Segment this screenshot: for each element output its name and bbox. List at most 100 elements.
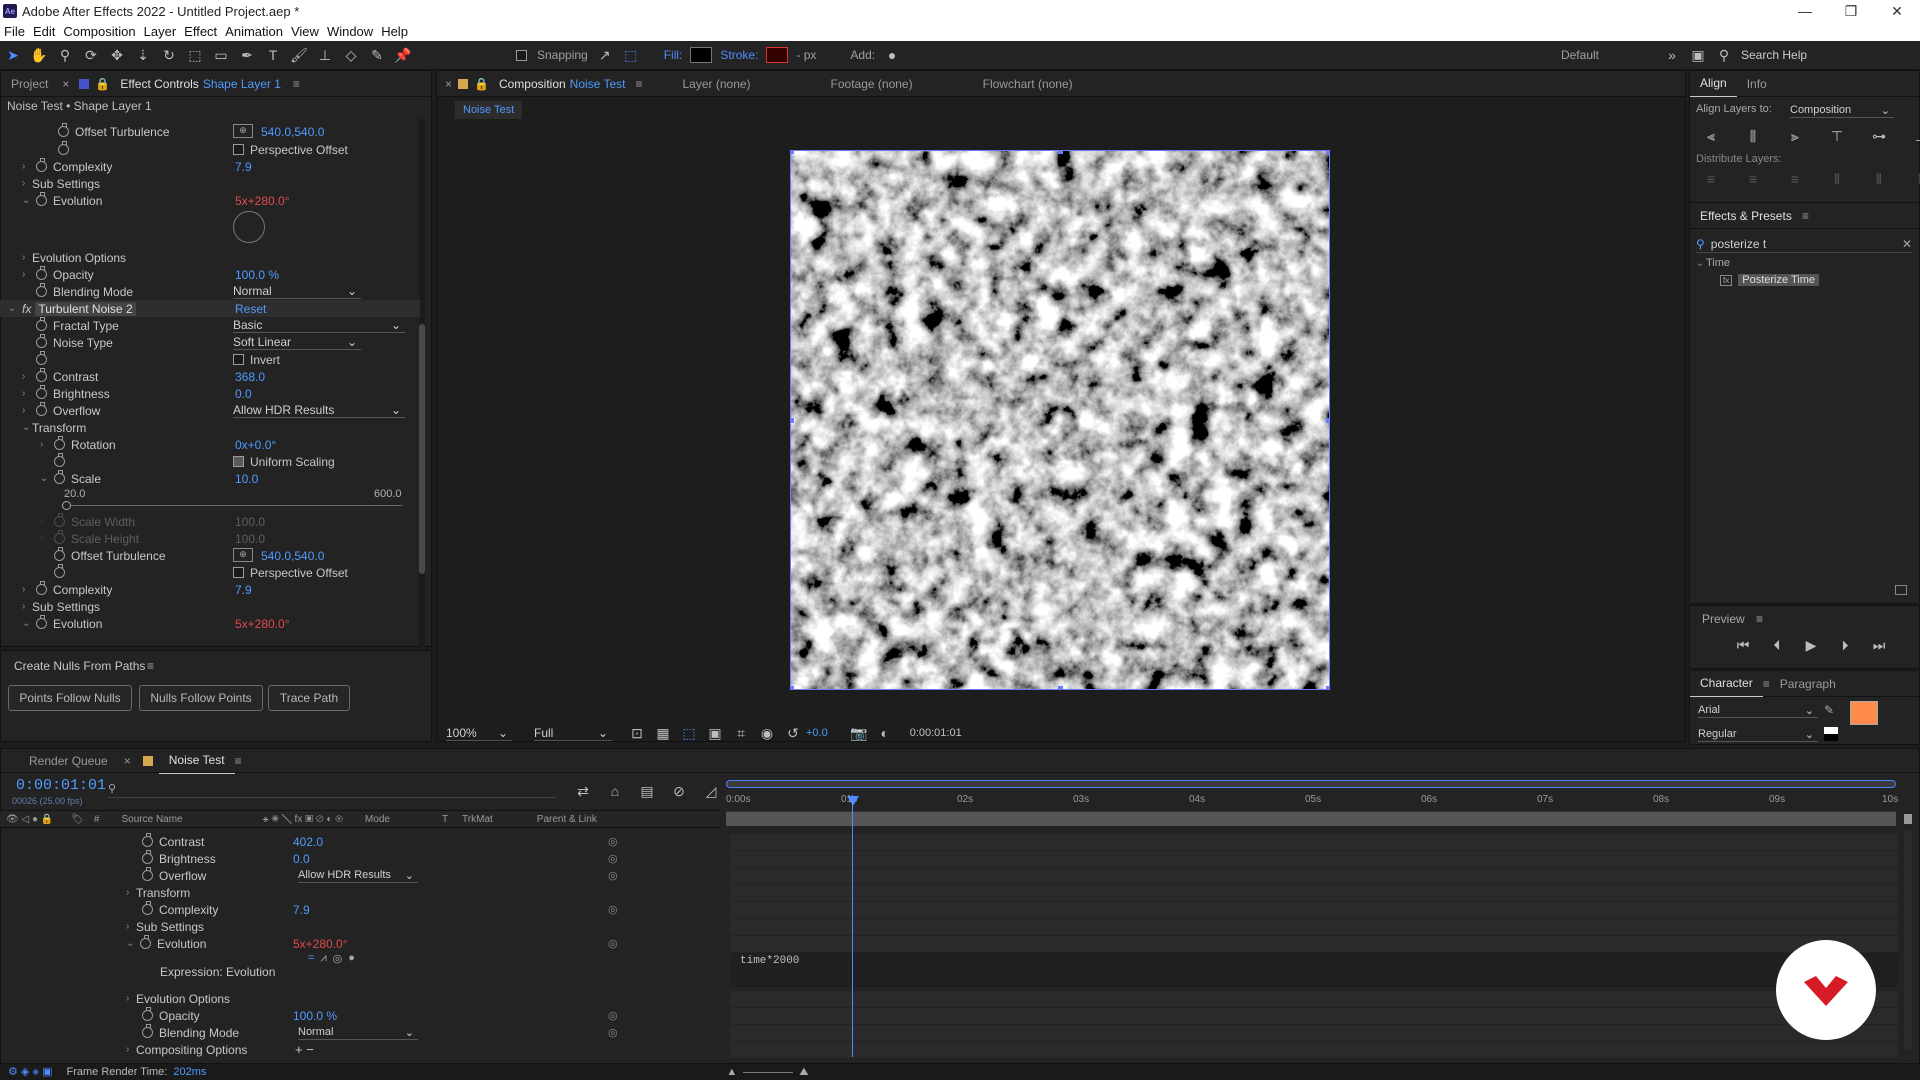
timeline-row[interactable]: › Sub Settings <box>0 918 720 935</box>
playhead-handle[interactable] <box>847 796 859 806</box>
first-frame-icon[interactable]: ⏮ <box>1730 634 1756 656</box>
stroke-swatch[interactable] <box>766 47 789 63</box>
new-folder-icon[interactable] <box>1895 585 1907 595</box>
stopwatch-icon[interactable] <box>140 935 151 949</box>
timeline-row[interactable]: Brightness 0.0 ◎ <box>0 850 720 867</box>
grid-icon[interactable]: ⌗ <box>728 722 754 744</box>
hand-tool-icon[interactable]: ✋ <box>26 44 52 66</box>
prop-value[interactable]: 540.0,540.0 <box>261 125 324 139</box>
stopwatch-icon[interactable] <box>54 547 65 561</box>
rotation-tool-icon[interactable]: ↻ <box>156 44 182 66</box>
row-value[interactable]: 402.0 <box>293 835 323 849</box>
stopwatch-icon[interactable] <box>54 436 65 450</box>
perspective-offset-checkbox[interactable] <box>233 144 244 155</box>
stopwatch-icon[interactable] <box>36 317 47 331</box>
align-top-icon[interactable]: ⊤ <box>1824 125 1850 147</box>
distribute-right-icon[interactable]: ⦀ <box>1908 168 1920 190</box>
pickwhip-icon[interactable]: ◎ <box>608 835 618 848</box>
exposure-value[interactable]: +0.0 <box>806 727 828 739</box>
black-white-icon[interactable] <box>1824 727 1838 741</box>
composition-viewer-noise[interactable] <box>790 150 1330 690</box>
tab-align[interactable]: Align <box>1690 71 1737 97</box>
timeline-row[interactable]: Opacity 100.0 % ◎ <box>0 1007 720 1024</box>
align-h-center-icon[interactable]: ⫼ <box>1740 125 1766 147</box>
fill-color-swatch[interactable] <box>1850 701 1878 725</box>
timeline-timecode[interactable]: 0:00:01:01 <box>16 777 106 794</box>
label-tag-icon[interactable]: 🏷 <box>71 814 84 825</box>
reset-link[interactable]: Reset <box>235 302 266 316</box>
chevron-down-icon[interactable]: ⌄ <box>22 618 32 629</box>
distribute-v-center-icon[interactable]: ≡ <box>1740 168 1766 190</box>
draft-3d-icon[interactable]: ⌂ <box>602 780 628 802</box>
stopwatch-icon[interactable] <box>142 901 153 915</box>
align-v-center-icon[interactable]: ⊶ <box>1866 125 1892 147</box>
column-mode[interactable]: Mode <box>365 814 390 825</box>
workspace-more-icon[interactable]: » <box>1659 44 1685 66</box>
effects-search-field[interactable]: ⚲ posterize t ✕ <box>1696 235 1912 253</box>
pickwhip-icon[interactable]: ◎ <box>608 1009 618 1022</box>
chevron-right-icon[interactable]: › <box>40 439 50 450</box>
prop-value[interactable]: 7.9 <box>235 160 252 174</box>
prop-value[interactable]: 100.0 % <box>235 268 279 282</box>
status-icons[interactable]: ⚙ ◈ ⚹ ▣ <box>8 1065 52 1079</box>
zoom-tool-icon[interactable]: ⚲ <box>52 44 78 66</box>
pickwhip-icon[interactable]: ◎ <box>608 937 618 950</box>
pan-behind-tool-icon[interactable]: ⬚ <box>182 44 208 66</box>
chevron-down-icon[interactable]: ⌄ <box>22 195 32 206</box>
scale-slider-track[interactable] <box>66 505 402 506</box>
av-switches-icon[interactable]: 👁 ◁ ● 🔒 <box>6 814 53 825</box>
align-bottom-icon[interactable]: ⊥ <box>1908 125 1920 147</box>
crosshair-icon[interactable]: ⊕ <box>233 548 253 562</box>
stopwatch-icon[interactable] <box>142 1007 153 1021</box>
stopwatch-icon[interactable] <box>36 266 47 280</box>
timeline-search-input[interactable]: ⚲ <box>108 782 556 798</box>
menu-animation[interactable]: Animation <box>221 24 287 39</box>
row-value[interactable]: 100.0 % <box>293 1009 337 1023</box>
orbit-tool-icon[interactable]: ⟳ <box>78 44 104 66</box>
menu-composition[interactable]: Composition <box>59 24 139 39</box>
align-left-icon[interactable]: ⫷ <box>1698 125 1724 147</box>
zoom-out-icon[interactable]: ▲ <box>726 1066 737 1078</box>
prop-value[interactable]: 0.0 <box>235 387 252 401</box>
stopwatch-icon[interactable] <box>142 867 153 881</box>
dolly-tool-icon[interactable]: ⇣ <box>130 44 156 66</box>
align-layers-dropdown[interactable]: Composition ⌄ <box>1790 103 1894 118</box>
chevron-down-icon[interactable]: ⌄ <box>22 422 32 433</box>
noise-type-dropdown[interactable]: Soft Linear ⌄ <box>233 335 361 350</box>
selection-tool-icon[interactable]: ➤ <box>0 44 26 66</box>
graph-editor-icon[interactable]: ◿ <box>698 780 724 802</box>
time-navigator-range[interactable] <box>726 780 1896 788</box>
close-tab-icon[interactable]: × <box>62 77 69 91</box>
align-right-icon[interactable]: ⫸ <box>1782 125 1808 147</box>
chevron-right-icon[interactable]: › <box>22 252 32 263</box>
stopwatch-icon[interactable] <box>36 368 47 382</box>
work-area-bar[interactable] <box>726 812 1896 826</box>
menu-help[interactable]: Help <box>377 24 412 39</box>
column-trkmat[interactable]: TrkMat <box>462 814 493 825</box>
fractal-type-dropdown[interactable]: Basic ⌄ <box>233 318 405 333</box>
panel-menu-icon[interactable]: ≡ <box>1802 209 1809 223</box>
close-icon[interactable]: ✕ <box>1874 0 1920 22</box>
menu-window[interactable]: Window <box>323 24 377 39</box>
restore-icon[interactable]: ❐ <box>1828 0 1874 22</box>
chevron-right-icon[interactable]: › <box>126 887 136 898</box>
clone-stamp-tool-icon[interactable]: ⊥ <box>312 44 338 66</box>
search-help-input[interactable]: Search Help <box>1741 48 1916 62</box>
comp-flowchart-icon[interactable]: ⇄ <box>570 780 596 802</box>
stopwatch-icon[interactable] <box>54 513 65 527</box>
tab-project[interactable]: Project <box>1 71 58 97</box>
stopwatch-icon[interactable] <box>36 192 47 206</box>
pickwhip-icon[interactable]: ◎ <box>608 869 618 882</box>
stopwatch-icon[interactable] <box>142 850 153 864</box>
stopwatch-icon[interactable] <box>54 453 65 467</box>
zoom-in-icon[interactable]: ⛰ <box>799 1066 808 1079</box>
playhead-line[interactable] <box>852 795 853 1057</box>
transparency-grid-icon[interactable]: ▦ <box>650 722 676 744</box>
uniform-scaling-checkbox[interactable] <box>233 456 244 467</box>
comp-breadcrumb[interactable]: Noise Test <box>455 101 523 119</box>
font-family-dropdown[interactable]: Arial ⌄ <box>1698 703 1818 718</box>
prop-value[interactable]: 368.0 <box>235 370 265 384</box>
timeline-row[interactable]: Expression: Evolution <box>0 963 720 980</box>
prop-value[interactable]: 0x+0.0° <box>235 438 276 452</box>
chevron-down-icon[interactable]: ⌄ <box>8 303 18 314</box>
